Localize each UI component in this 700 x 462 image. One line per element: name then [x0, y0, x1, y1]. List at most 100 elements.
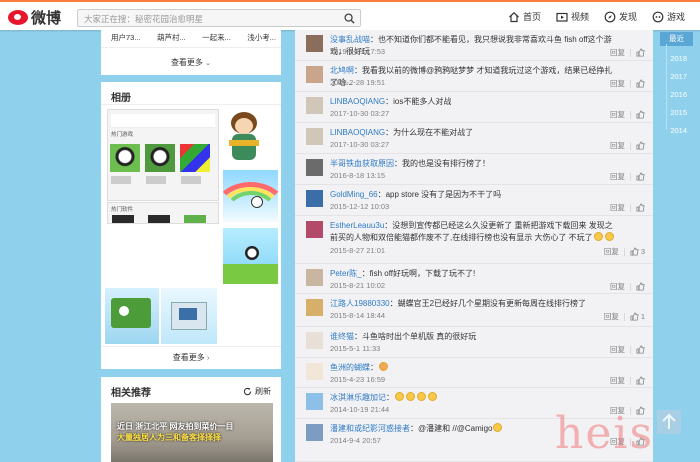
thumbs-up-icon — [636, 376, 645, 385]
separator — [630, 203, 631, 212]
album-photo[interactable] — [105, 288, 159, 344]
avatar[interactable] — [306, 97, 323, 114]
comment-author-link[interactable]: EstherLeauu3u — [330, 221, 384, 230]
chevron-right-icon: › — [206, 355, 210, 362]
view-more-album-link[interactable]: 查看更多 › — [101, 352, 281, 363]
album-section-label: 热门游戏 — [111, 132, 134, 138]
comment-author-link[interactable]: 半哥铁血获取原因 — [330, 159, 394, 168]
user-name[interactable]: 浅小考... — [247, 32, 276, 43]
reply-button[interactable]: 回复 — [610, 47, 625, 58]
avatar[interactable] — [306, 190, 323, 207]
like-button[interactable] — [636, 172, 645, 181]
comment-body: ：蝴蝶官王2已经好几个星期没有更新每周在线排行榜了 — [389, 299, 587, 308]
search-icon[interactable] — [344, 13, 355, 24]
avatar[interactable] — [306, 66, 323, 83]
avatar[interactable] — [306, 424, 323, 441]
timeline-recent[interactable]: 最近 — [660, 32, 693, 46]
search-box[interactable]: 大家正在搜：秘密花园治愈明星 — [77, 9, 361, 27]
comment-text: EstherLeauu3u：没想到宣传都已经这么久没更新了 重新把游戏下载回来 … — [330, 220, 620, 243]
like-button[interactable] — [636, 110, 645, 119]
avatar[interactable] — [306, 35, 323, 52]
panda-app-icon — [145, 144, 175, 172]
reply-button[interactable]: 回复 — [610, 344, 625, 355]
album-photo[interactable] — [161, 288, 217, 344]
nav-home[interactable]: 首页 — [508, 10, 541, 23]
character-image[interactable] — [223, 110, 263, 166]
timeline-year[interactable]: 2018 — [660, 52, 693, 66]
reply-button[interactable]: 回复 — [610, 202, 625, 213]
album-photo[interactable]: 热门游戏 — [107, 109, 219, 201]
avatar[interactable] — [306, 159, 323, 176]
reply-button[interactable]: 回复 — [604, 311, 619, 322]
game-scene-image[interactable] — [223, 170, 278, 222]
timeline-year[interactable]: 2015 — [660, 106, 693, 120]
user-name[interactable]: 葫芦村... — [157, 32, 186, 43]
reply-button[interactable]: 回复 — [610, 281, 625, 292]
view-more-users-link[interactable]: 查看更多 ⌄ — [101, 57, 281, 68]
comment-text: 冰淇淋乐趣加记： — [330, 392, 620, 404]
like-button[interactable] — [636, 282, 645, 291]
refresh-button[interactable]: 刷新 — [243, 386, 271, 397]
recommend-image[interactable]: 近日 浙江北平 网友拍到菜价一目 大量独居人为三和备客择择择 — [111, 403, 273, 462]
timeline-year[interactable]: 2017 — [660, 70, 693, 84]
like-button[interactable] — [636, 48, 645, 57]
nav-games[interactable]: 游戏 — [652, 10, 685, 23]
comment-author-link[interactable]: 北鸠啊 — [330, 66, 354, 75]
like-button[interactable]: 3 — [630, 247, 645, 256]
avatar[interactable] — [306, 269, 323, 286]
comment-body: ：为什么现在不能对战了 — [385, 128, 474, 137]
like-button[interactable] — [636, 79, 645, 88]
comment-item: EstherLeauu3u：没想到宣传都已经这么久没更新了 重新把游戏下载回来 … — [295, 216, 653, 264]
nav-video[interactable]: 视频 — [556, 10, 589, 23]
separator — [630, 282, 631, 291]
comment-author-link[interactable]: Peter陈_ — [330, 269, 362, 278]
separator — [630, 141, 631, 150]
comment-text: 谁终猫：斗鱼啥时出个单机版 真的很好玩 — [330, 331, 620, 343]
comment-author-link[interactable]: LINBAOQIANG — [330, 128, 385, 137]
like-button[interactable]: 1 — [630, 312, 645, 321]
comment-time: 2015-4-23 16:59 — [330, 375, 386, 384]
back-to-top-button[interactable] — [657, 410, 681, 434]
comment-time: 2016-8-18 13:15 — [330, 171, 386, 180]
user-name[interactable]: 用户73... — [111, 32, 141, 43]
comment-item: 没事乱战喵：也不知道你们都不能看见，我只想说我非常喜欢斗鱼 fish off这个… — [295, 30, 653, 61]
avatar[interactable] — [306, 332, 323, 349]
nav-discover[interactable]: 发现 — [604, 10, 637, 23]
reply-button[interactable]: 回复 — [610, 375, 625, 386]
like-button[interactable] — [636, 345, 645, 354]
weibo-logo[interactable]: 微博 — [8, 8, 61, 27]
comment-author-link[interactable]: 鱼洲的蝴蝶 — [330, 363, 370, 372]
reply-button[interactable]: 回复 — [610, 109, 625, 120]
comment-author-link[interactable]: 冰淇淋乐趣加记 — [330, 393, 386, 402]
like-button[interactable] — [636, 141, 645, 150]
comment-author-link[interactable]: 没事乱战喵 — [330, 35, 370, 44]
user-name[interactable]: 一起来... — [202, 32, 231, 43]
reply-button[interactable]: 回复 — [604, 246, 619, 257]
comment-author-link[interactable]: 谁终猫 — [330, 332, 354, 341]
comment-author-link[interactable]: LINBAOQIANG — [330, 97, 385, 106]
avatar[interactable] — [306, 128, 323, 145]
avatar[interactable] — [306, 393, 323, 410]
comment-time: 2015-5-1 11:33 — [330, 344, 381, 353]
avatar[interactable] — [306, 221, 323, 238]
comment-actions: 回复 — [610, 375, 645, 386]
panda-scene-image[interactable] — [223, 228, 278, 284]
comment-time: 2018-2-28 19:51 — [330, 78, 386, 87]
comment-author-link[interactable]: GoldMing_66 — [330, 190, 378, 199]
timeline-year[interactable]: 2016 — [660, 88, 693, 102]
avatar[interactable] — [306, 299, 323, 316]
like-button[interactable] — [636, 376, 645, 385]
search-input[interactable]: 大家正在搜：秘密花园治愈明星 — [84, 13, 203, 25]
reply-button[interactable]: 回复 — [610, 78, 625, 89]
comment-author-link[interactable]: 潘建和或纪影河惑接者 — [330, 424, 410, 433]
panda-app-icon — [110, 144, 140, 172]
album-photo[interactable]: 热门软件 — [107, 202, 219, 224]
comment-body: ：斗鱼啥时出个单机版 真的很好玩 — [354, 332, 477, 341]
comment-author-link[interactable]: 江路人19880330 — [330, 299, 390, 308]
timeline-year[interactable]: 2014 — [660, 124, 693, 138]
like-count: 3 — [640, 247, 645, 256]
reply-button[interactable]: 回复 — [610, 171, 625, 182]
reply-button[interactable]: 回复 — [610, 140, 625, 151]
avatar[interactable] — [306, 363, 323, 380]
like-button[interactable] — [636, 203, 645, 212]
